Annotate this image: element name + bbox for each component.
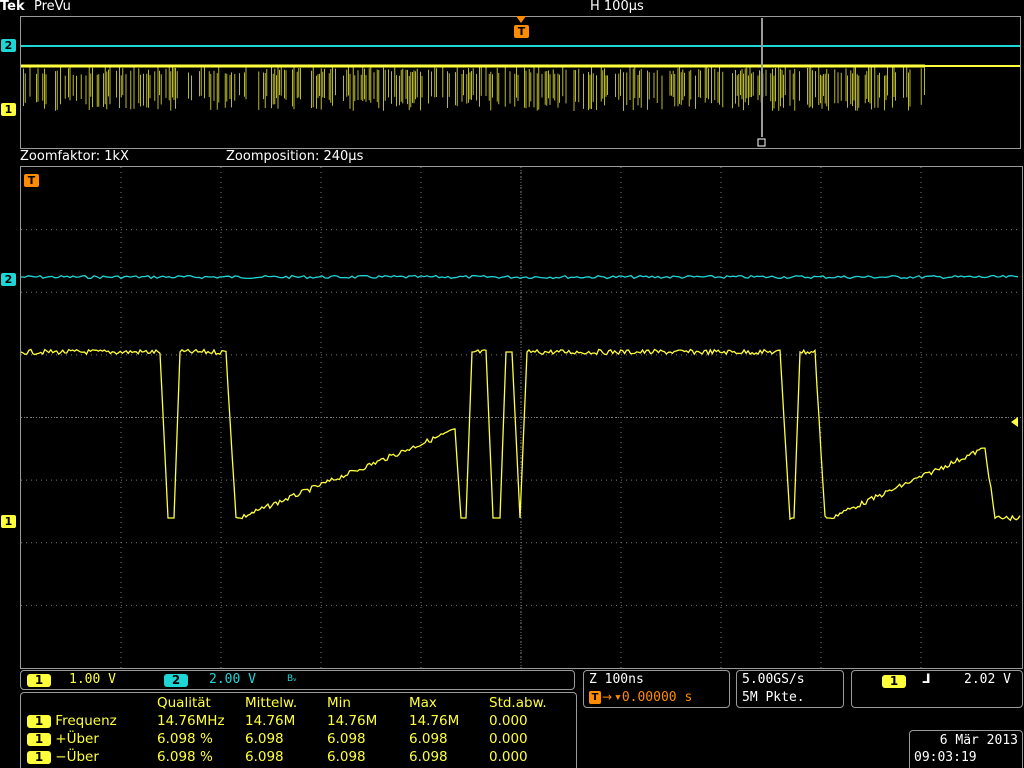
bandwidth-limit-tag: Bᵥ bbox=[287, 674, 297, 684]
trigger-panel[interactable]: 1 ⅃ 2.02 V bbox=[851, 670, 1023, 708]
measurement-value: 6.098 bbox=[327, 749, 366, 765]
ch1-badge: 1 bbox=[27, 750, 51, 764]
zoom-waveforms bbox=[20, 167, 1021, 668]
trigger-position-arrow-icon: → bbox=[602, 690, 613, 704]
datetime-panel: 6 Mär 2013 09:03:19 bbox=[909, 730, 1023, 768]
col-header: Std.abw. bbox=[489, 695, 547, 711]
time: 09:03:19 bbox=[914, 750, 977, 765]
ch1-volts-per-div: 1.00 V bbox=[69, 672, 116, 687]
trigger-position-value: ▾0.00000 s bbox=[614, 690, 693, 705]
zoom-timebase-panel[interactable]: Z 100ns T → ▾0.00000 s bbox=[583, 670, 730, 708]
zoom-ch2-marker[interactable]: 2 bbox=[1, 273, 16, 286]
measurement-header-row: Qualität Mittelw. Min Max Std.abw. bbox=[27, 694, 569, 712]
measurement-name: Frequenz bbox=[55, 713, 117, 729]
measurement-value: 14.76M bbox=[409, 713, 460, 729]
measurement-value: 6.098 bbox=[245, 749, 284, 765]
measurement-value: 6.098 bbox=[245, 731, 284, 747]
ch2-trace-path bbox=[21, 274, 1019, 280]
trigger-position-icon: T bbox=[589, 691, 601, 704]
measurement-value: 14.76M bbox=[245, 713, 296, 729]
ch1-badge: 1 bbox=[27, 714, 51, 728]
ch1-badge: 1 bbox=[27, 732, 51, 746]
zoom-ch2-trace bbox=[21, 274, 1019, 280]
measurement-value: 14.76M bbox=[327, 713, 378, 729]
measurement-value: 6.098 % bbox=[157, 749, 213, 765]
measurement-value: 6.098 bbox=[409, 731, 448, 747]
measurement-row[interactable]: 1 −Über 6.098 % 6.098 6.098 6.098 0.000 bbox=[27, 748, 569, 766]
trigger-level-arrow[interactable] bbox=[1011, 417, 1018, 427]
vertical-scale-panel[interactable]: 1 1.00 V 2 2.00 V Bᵥ bbox=[20, 670, 575, 690]
trigger-source-badge: 1 bbox=[882, 675, 906, 688]
col-header: Qualität bbox=[157, 695, 211, 711]
col-header: Mittelw. bbox=[245, 695, 298, 711]
zoom-trigger-marker[interactable]: T bbox=[24, 174, 39, 187]
col-header: Min bbox=[327, 695, 351, 711]
measurement-row[interactable]: 1 +Über 6.098 % 6.098 6.098 6.098 0.000 bbox=[27, 730, 569, 748]
acquisition-panel[interactable]: 5.00GS/s 5M Pkte. bbox=[736, 670, 844, 708]
measurement-value: 6.098 % bbox=[157, 731, 213, 747]
record-length: 5M Pkte. bbox=[742, 690, 805, 705]
measurement-value: 0.000 bbox=[489, 713, 528, 729]
date: 6 Mär 2013 bbox=[939, 733, 1018, 748]
graticule-grid bbox=[21, 167, 1021, 668]
measurement-value: 6.098 bbox=[409, 749, 448, 765]
measurement-value: 6.098 bbox=[327, 731, 366, 747]
measurement-value: 0.000 bbox=[489, 749, 528, 765]
falling-edge-icon: ⅃ bbox=[922, 672, 931, 687]
zoom-ch1-marker[interactable]: 1 bbox=[1, 515, 16, 528]
measurement-value: 14.76MHz bbox=[157, 713, 225, 729]
measurement-name: +Über bbox=[55, 731, 99, 747]
col-header: Max bbox=[409, 695, 437, 711]
ch2-volts-per-div: 2.00 V bbox=[209, 672, 256, 687]
zoom-time-per-div: Z 100ns bbox=[589, 672, 644, 687]
measurement-value: 0.000 bbox=[489, 731, 528, 747]
sample-rate: 5.00GS/s bbox=[742, 672, 805, 687]
ch2-badge: 2 bbox=[164, 674, 188, 687]
measurement-row[interactable]: 1 Frequenz 14.76MHz 14.76M 14.76M 14.76M… bbox=[27, 712, 569, 730]
measurement-panel[interactable]: Qualität Mittelw. Min Max Std.abw. 1 Fre… bbox=[20, 692, 577, 768]
trigger-level: 2.02 V bbox=[964, 672, 1011, 687]
measurement-name: −Über bbox=[55, 749, 99, 765]
measurement-table: Qualität Mittelw. Min Max Std.abw. 1 Fre… bbox=[27, 694, 569, 766]
ch1-badge: 1 bbox=[27, 674, 51, 687]
